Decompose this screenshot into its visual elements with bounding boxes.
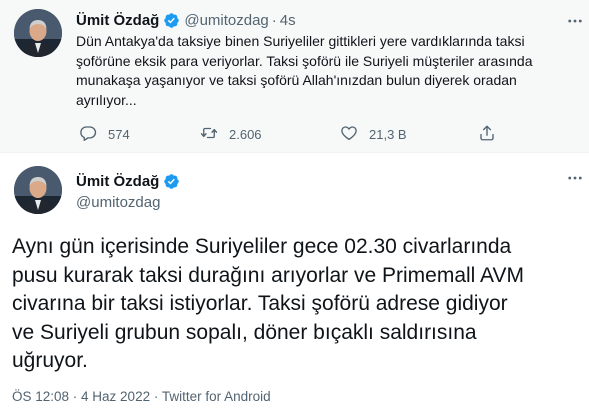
retweet-button[interactable]: 2.606 — [200, 124, 262, 144]
more-options-icon[interactable] — [565, 11, 585, 31]
separator-dot: · — [271, 11, 277, 29]
tweet-text-line: civarına bir taksi istiyorlar. Taksi şof… — [12, 292, 508, 316]
reply-count: 574 — [108, 126, 130, 142]
retweet-icon — [200, 124, 218, 145]
tweet-text-line: Dün Antakya'da taksiye binen Suriyeliler… — [76, 33, 525, 49]
tweet-text: Dün Antakya'da taksiye binen Suriyeliler… — [76, 32, 581, 110]
heart-icon — [340, 124, 358, 145]
share-icon — [478, 124, 496, 145]
tweet-text-line: ve Suriyeli grubun sopalı, döner bıçaklı… — [12, 320, 477, 344]
tweet-metadata[interactable]: ÖS 12:08 · 4 Haz 2022 · Twitter for Andr… — [12, 389, 271, 404]
verified-badge-icon — [163, 12, 180, 29]
timestamp[interactable]: 4s — [280, 12, 296, 29]
reply-icon — [79, 124, 97, 145]
tweet-text-line: ayrılıyor... — [76, 91, 137, 108]
like-count: 21,3 B — [369, 126, 407, 142]
reply-button[interactable]: 574 — [79, 124, 130, 144]
tweet-actions: 574 2.606 21,3 B — [76, 124, 576, 144]
handle[interactable]: @umitozdag — [76, 194, 160, 211]
more-options-icon[interactable] — [565, 168, 585, 188]
tweet-text-line: munakaşa yaşanıyor ve taksi şoförü Allah… — [76, 72, 517, 88]
verified-badge-icon — [163, 173, 180, 190]
main-tweet-text: Aynı gün içerisinde Suriyeliler gece 02.… — [12, 233, 582, 376]
tweet-text-line: Aynı gün içerisinde Suriyeliler gece 02.… — [12, 235, 512, 258]
display-name[interactable]: Ümit Özdağ — [76, 173, 159, 190]
retweet-count: 2.606 — [229, 126, 262, 142]
avatar[interactable] — [14, 9, 62, 57]
previous-tweet[interactable]: Ümit Özdağ @umitozdag · 4s Dün Antakya'd… — [0, 0, 589, 153]
handle[interactable]: @umitozdag — [184, 12, 268, 29]
tweet-text-line: pusu kurarak taksi durağını arıyorlar ve… — [12, 263, 524, 287]
tweet-text-line: uğruyor. — [12, 349, 88, 373]
avatar[interactable] — [14, 166, 62, 214]
share-button[interactable] — [478, 124, 496, 144]
display-name[interactable]: Ümit Özdağ — [76, 12, 159, 29]
tweet-text-line: şoförüne eksik para veriyorlar. Taksi şo… — [76, 52, 533, 69]
main-tweet-author: Ümit Özdağ — [76, 173, 180, 190]
like-button[interactable]: 21,3 B — [340, 124, 407, 144]
tweet-header: Ümit Özdağ @umitozdag · 4s — [76, 11, 296, 29]
